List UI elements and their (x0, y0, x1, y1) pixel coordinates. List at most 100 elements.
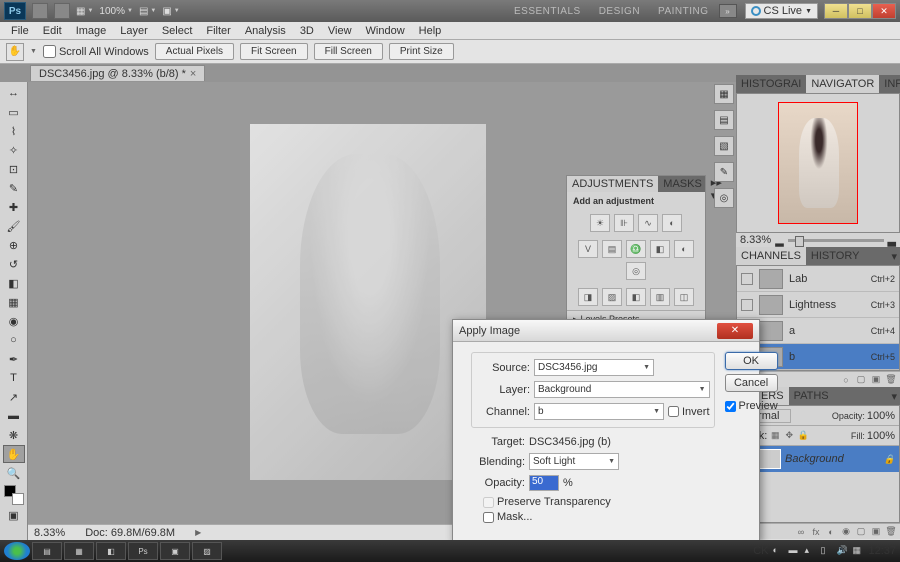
preview-checkbox[interactable]: Preview (725, 400, 778, 412)
stamp-tool[interactable]: ⊕ (3, 236, 25, 254)
save-selection-icon[interactable]: ▢ (855, 374, 867, 386)
task-app[interactable]: ▦ (64, 542, 94, 560)
visibility-icon[interactable] (741, 299, 753, 311)
scroll-all-checkbox[interactable]: Scroll All Windows (43, 45, 149, 58)
invert-checkbox[interactable]: Invert (668, 406, 710, 418)
tab-adjustments[interactable]: ADJUSTMENTS (567, 176, 658, 192)
gradient-tool[interactable]: ▦ (3, 293, 25, 311)
lasso-tool[interactable]: ⌇ (3, 122, 25, 140)
group-icon[interactable]: ▢ (855, 526, 867, 538)
adj-curves-icon[interactable]: ∿ (638, 214, 658, 232)
adj-invert-icon[interactable]: ◨ (578, 288, 598, 306)
menu-analysis[interactable]: Analysis (238, 23, 293, 39)
start-button[interactable] (4, 542, 30, 560)
task-app[interactable]: Ps (128, 542, 158, 560)
layer-dropdown[interactable]: Background (534, 381, 710, 398)
tab-masks[interactable]: MASKS (658, 176, 707, 192)
print-size-button[interactable]: Print Size (389, 43, 454, 60)
adj-balance-icon[interactable]: ♎ (626, 240, 646, 258)
wand-tool[interactable]: ✧ (3, 141, 25, 159)
menu-layer[interactable]: Layer (113, 23, 155, 39)
blur-tool[interactable]: ◉ (3, 312, 25, 330)
shape-tool[interactable]: ▬ (3, 407, 25, 425)
cancel-button[interactable]: Cancel (725, 374, 778, 392)
zoom-in-icon[interactable]: ▃ (888, 234, 896, 247)
3d-tool[interactable]: ❋ (3, 426, 25, 444)
dock-brush-icon[interactable]: ✎ (714, 162, 734, 182)
color-swatches[interactable] (4, 485, 24, 505)
lock-all-icon[interactable]: 🔒 (797, 430, 809, 442)
adj-vibrance-icon[interactable]: V (578, 240, 598, 258)
pen-tool[interactable]: ✒ (3, 350, 25, 368)
tray-icon[interactable]: ▦ (852, 545, 864, 557)
dock-clone-icon[interactable]: ◎ (714, 188, 734, 208)
task-app[interactable]: ▨ (192, 542, 222, 560)
navigator-slider[interactable] (788, 239, 884, 242)
hand-tool[interactable]: ✋ (3, 445, 25, 463)
task-app[interactable]: ◧ (96, 542, 126, 560)
menu-help[interactable]: Help (412, 23, 449, 39)
eraser-tool[interactable]: ◧ (3, 274, 25, 292)
dock-color-icon[interactable]: ▦ (714, 84, 734, 104)
history-brush-tool[interactable]: ↺ (3, 255, 25, 273)
adj-posterize-icon[interactable]: ▨ (602, 288, 622, 306)
dock-styles-icon[interactable]: ▧ (714, 136, 734, 156)
tab-paths[interactable]: PATHS (789, 387, 834, 405)
menu-file[interactable]: File (4, 23, 36, 39)
adj-exposure-icon[interactable]: ◐ (662, 214, 682, 232)
adj-levels-icon[interactable]: ⊪ (614, 214, 634, 232)
workspace-essentials[interactable]: ESSENTIALS (506, 4, 589, 19)
tray-lang[interactable]: CK (753, 545, 768, 557)
eyedropper-tool[interactable]: ✎ (3, 179, 25, 197)
delete-icon[interactable]: 🗑 (885, 374, 897, 386)
type-tool[interactable]: T (3, 369, 25, 387)
source-dropdown[interactable]: DSC3456.jpg (534, 359, 654, 376)
adjust-icon[interactable]: ◉ (840, 526, 852, 538)
tab-navigator[interactable]: NAVIGATOR (806, 75, 879, 93)
window-minimize-button[interactable]: ─ (824, 3, 848, 19)
heal-tool[interactable]: ✚ (3, 198, 25, 216)
adj-selective-icon[interactable]: ◫ (674, 288, 694, 306)
ok-button[interactable]: OK (725, 352, 778, 370)
adj-gradmap-icon[interactable]: ▥ (650, 288, 670, 306)
opacity-input[interactable]: 50 (529, 475, 559, 491)
blending-dropdown[interactable]: Soft Light (529, 453, 619, 470)
quickmask-tool[interactable]: ▣ (3, 506, 25, 524)
delete-icon[interactable]: 🗑 (885, 526, 897, 538)
channel-dropdown[interactable]: b (534, 403, 664, 420)
fit-screen-button[interactable]: Fit Screen (240, 43, 308, 60)
adj-bw-icon[interactable]: ◧ (650, 240, 670, 258)
mask-checkbox[interactable]: Mask... (483, 511, 715, 523)
zoom-dropdown[interactable]: 100% (99, 6, 133, 17)
actual-pixels-button[interactable]: Actual Pixels (155, 43, 234, 60)
new-channel-icon[interactable]: ▣ (870, 374, 882, 386)
tray-icon[interactable]: ◐ (772, 545, 784, 557)
menu-view[interactable]: View (321, 23, 359, 39)
adj-hue-icon[interactable]: ▤ (602, 240, 622, 258)
brush-tool[interactable]: 🖌 (3, 217, 25, 235)
panel-menu-icon[interactable]: ▾ (888, 390, 900, 403)
tab-info[interactable]: INFO (879, 75, 900, 93)
link-icon[interactable]: ∞ (795, 526, 807, 538)
bridge-icon[interactable] (32, 3, 48, 19)
hand-tool-icon[interactable] (6, 43, 24, 61)
new-layer-icon[interactable]: ▣ (870, 526, 882, 538)
tray-clock[interactable]: 12:37 (868, 545, 896, 557)
fx-icon[interactable]: fx (810, 526, 822, 538)
move-tool[interactable]: ↔ (3, 84, 25, 102)
fill-value[interactable]: 100% (867, 430, 895, 442)
dialog-close-button[interactable]: ✕ (717, 323, 753, 339)
fill-screen-button[interactable]: Fill Screen (314, 43, 383, 60)
marquee-tool[interactable]: ▭ (3, 103, 25, 121)
dodge-tool[interactable]: ○ (3, 331, 25, 349)
close-tab-icon[interactable]: × (190, 68, 196, 80)
cslive-button[interactable]: CS Live ▼ (745, 3, 818, 19)
menu-select[interactable]: Select (155, 23, 200, 39)
zoom-out-icon[interactable]: ▂ (775, 234, 783, 247)
tab-histogram[interactable]: HISTOGRAI (736, 75, 806, 93)
task-app[interactable]: ▣ (160, 542, 190, 560)
window-close-button[interactable]: ✕ (872, 3, 896, 19)
tray-vol-icon[interactable]: 🔊 (836, 545, 848, 557)
tab-history[interactable]: HISTORY (806, 247, 865, 265)
screenmode-dropdown[interactable]: ▣ (162, 6, 179, 17)
